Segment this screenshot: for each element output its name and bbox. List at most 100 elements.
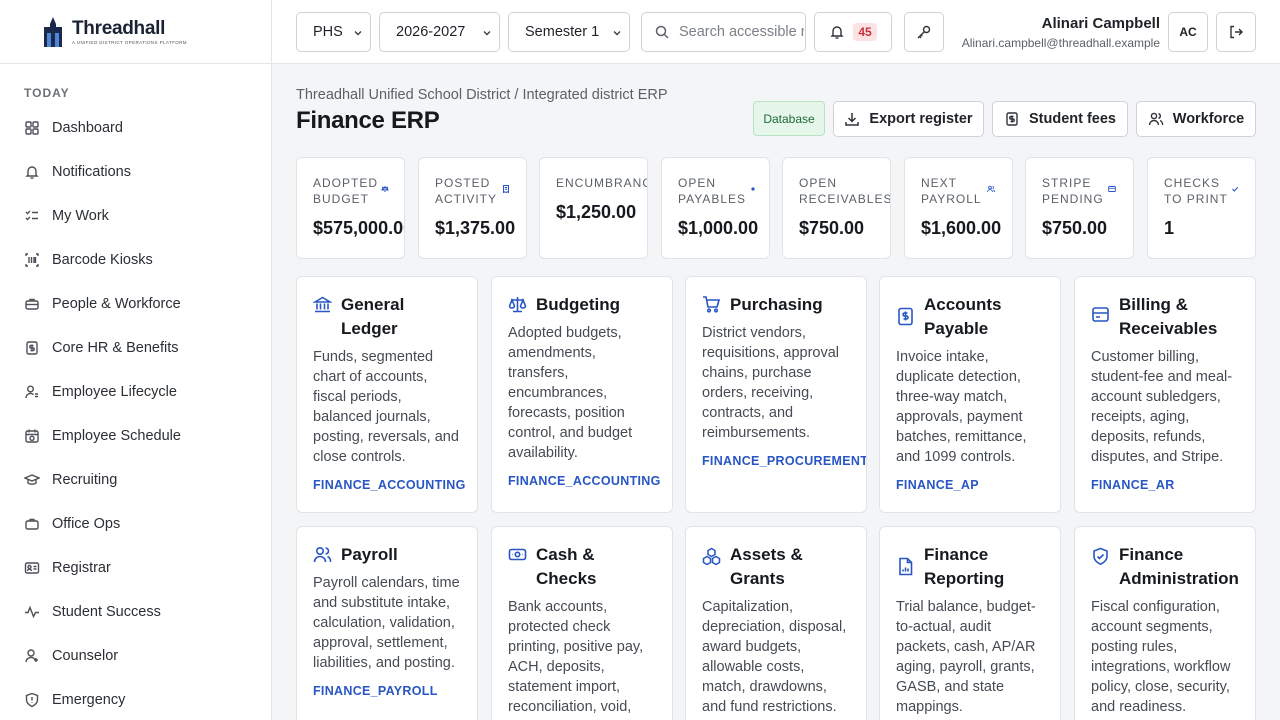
sidebar-item-people-workforce[interactable]: People & Workforce xyxy=(0,282,271,326)
search-icon xyxy=(655,25,669,39)
module-card-general-ledger[interactable]: General Ledger Funds, segmented chart of… xyxy=(296,276,478,513)
module-title: General Ledger xyxy=(341,295,405,338)
shield-alert-icon xyxy=(25,692,39,708)
sidebar-item-label: My Work xyxy=(52,208,109,224)
shield-check-icon xyxy=(1093,547,1108,566)
users-icon xyxy=(1148,112,1163,126)
sidebar-item-label: People & Workforce xyxy=(52,296,181,312)
module-card-budgeting[interactable]: Budgeting Adopted budgets, amendments, t… xyxy=(491,276,673,513)
module-card-finance-administration[interactable]: Finance Administration Fiscal configurat… xyxy=(1074,526,1256,720)
module-title: Payroll xyxy=(341,545,398,564)
student-fees-button[interactable]: Student fees xyxy=(992,101,1128,137)
metric-value: $750.00 xyxy=(799,218,865,238)
metric-value: $575,000.00 xyxy=(313,218,405,238)
module-title: Billing & Receivables xyxy=(1119,295,1218,338)
sidebar-item-my-work[interactable]: My Work xyxy=(0,194,271,238)
workforce-button[interactable]: Workforce xyxy=(1136,101,1256,137)
metric-label: ENCUMBRANCES xyxy=(556,176,647,190)
user-icon xyxy=(25,649,38,663)
sidebar-item-label: Dashboard xyxy=(52,120,123,136)
briefcase-icon xyxy=(25,298,39,310)
sidebar-item-label: Registrar xyxy=(52,560,111,576)
sidebar-item-counselor[interactable]: Counselor xyxy=(0,634,271,678)
app-tagline: A UNIFIED DISTRICT OPERATIONS PLATFORM xyxy=(72,39,187,45)
metric-adopted-budget[interactable]: ADOPTED BUDGET $575,000.00 xyxy=(296,157,405,259)
metric-label: OPEN RECEIVABLES xyxy=(799,176,891,206)
module-description: Funds, segmented chart of accounts, fisc… xyxy=(313,349,459,465)
access-key-button[interactable] xyxy=(904,12,944,52)
user-name: Alinari Campbell xyxy=(1041,15,1160,32)
module-title: Purchasing xyxy=(730,295,823,314)
term-select-value: Semester 1 xyxy=(525,24,600,40)
sign-out-button[interactable] xyxy=(1216,12,1256,52)
receipt-icon xyxy=(503,185,509,193)
module-card-billing-receivables[interactable]: Billing & Receivables Customer billing, … xyxy=(1074,276,1256,513)
sidebar-item-employee-schedule[interactable]: Employee Schedule xyxy=(0,414,271,458)
module-description: Fiscal configuration, account segments, … xyxy=(1091,599,1231,715)
users-icon xyxy=(313,546,332,563)
avatar[interactable]: AC xyxy=(1168,12,1208,52)
nav-section-today: TODAY xyxy=(24,86,70,100)
module-description: Adopted budgets, amendments, transfers, … xyxy=(508,325,633,461)
sidebar-item-employee-lifecycle[interactable]: Employee Lifecycle xyxy=(0,370,271,414)
module-title: Cash & Checks xyxy=(536,545,597,588)
scale-icon xyxy=(381,185,389,192)
card-icon xyxy=(1108,186,1116,192)
sidebar-item-office-ops[interactable]: Office Ops xyxy=(0,502,271,546)
metric-posted-activity[interactable]: POSTED ACTIVITY $1,375.00 xyxy=(418,157,527,259)
metric-encumbrances[interactable]: ENCUMBRANCES $1,250.00 xyxy=(539,157,648,259)
metric-stripe-pending[interactable]: STRIPE PENDING $750.00 xyxy=(1025,157,1134,259)
module-card-payroll[interactable]: Payroll Payroll calendars, time and subs… xyxy=(296,526,478,720)
module-card-purchasing[interactable]: Purchasing District vendors, requisition… xyxy=(685,276,867,513)
sidebar-item-notifications[interactable]: Notifications xyxy=(0,150,271,194)
activity-icon xyxy=(25,605,39,619)
app-logo[interactable]: Threadhall A UNIFIED DISTRICT OPERATIONS… xyxy=(0,0,271,64)
school-year-select[interactable]: 2026-2027 xyxy=(379,12,500,52)
chevron-down-icon xyxy=(483,31,491,36)
school-select[interactable]: PHS xyxy=(296,12,371,52)
metric-value: $1,375.00 xyxy=(435,218,516,238)
module-card-cash-checks[interactable]: Cash & Checks Bank accounts, protected c… xyxy=(491,526,673,720)
export-register-button[interactable]: Export register xyxy=(833,101,984,137)
module-card-assets-grants[interactable]: Assets & Grants Capitalization, deprecia… xyxy=(685,526,867,720)
metric-next-payroll[interactable]: NEXT PAYROLL $1,600.00 xyxy=(904,157,1013,259)
module-title: Assets & Grants xyxy=(730,545,803,588)
page-title: Finance ERP xyxy=(296,107,440,134)
search-input[interactable] xyxy=(679,24,804,40)
report-icon xyxy=(899,557,913,576)
module-permission-code: FINANCE_ACCOUNTING xyxy=(508,474,661,488)
invoice-icon xyxy=(898,307,913,326)
metric-open-payables[interactable]: OPEN PAYABLES $1,000.00 xyxy=(661,157,770,259)
student-fees-label: Student fees xyxy=(1028,111,1116,127)
module-title: Finance Administration xyxy=(1119,545,1239,588)
metric-label: POSTED ACTIVITY xyxy=(435,176,498,206)
term-select[interactable]: Semester 1 xyxy=(508,12,630,52)
sidebar-item-recruiting[interactable]: Recruiting xyxy=(0,458,271,502)
metric-open-receivables[interactable]: OPEN RECEIVABLES $750.00 xyxy=(782,157,891,259)
sidebar-item-label: Emergency xyxy=(52,692,126,708)
metric-label: NEXT PAYROLL xyxy=(921,176,982,206)
sidebar-item-core-hr-benefits[interactable]: Core HR & Benefits xyxy=(0,326,271,370)
logo-mark-icon xyxy=(44,16,62,47)
sidebar-item-dashboard[interactable]: Dashboard xyxy=(0,106,271,150)
notifications-button[interactable]: 45 xyxy=(814,12,892,52)
metric-checks-to-print[interactable]: CHECKS TO PRINT 1 xyxy=(1147,157,1256,259)
sidebar-item-emergency[interactable]: Emergency xyxy=(0,678,271,720)
module-title: Budgeting xyxy=(536,295,621,314)
module-card-accounts-payable[interactable]: Accounts Payable Invoice intake, duplica… xyxy=(879,276,1061,513)
logout-icon xyxy=(1230,25,1243,39)
users-icon xyxy=(987,185,995,193)
module-description: Trial balance, budget-to-actual, audit p… xyxy=(896,599,1036,715)
app-name: Threadhall xyxy=(72,17,166,39)
module-card-finance-reporting[interactable]: Finance Reporting Trial balance, budget-… xyxy=(879,526,1061,720)
sidebar-item-student-success[interactable]: Student Success xyxy=(0,590,271,634)
banknote-icon xyxy=(508,548,527,561)
sidebar-item-registrar[interactable]: Registrar xyxy=(0,546,271,590)
global-search[interactable] xyxy=(641,12,806,52)
briefcase-icon xyxy=(25,518,39,530)
check-icon xyxy=(1232,186,1239,192)
sidebar-item-label: Barcode Kiosks xyxy=(52,252,153,268)
metric-label: OPEN PAYABLES xyxy=(678,176,747,206)
sidebar-item-barcode-kiosks[interactable]: Barcode Kiosks xyxy=(0,238,271,282)
download-icon xyxy=(845,113,860,126)
